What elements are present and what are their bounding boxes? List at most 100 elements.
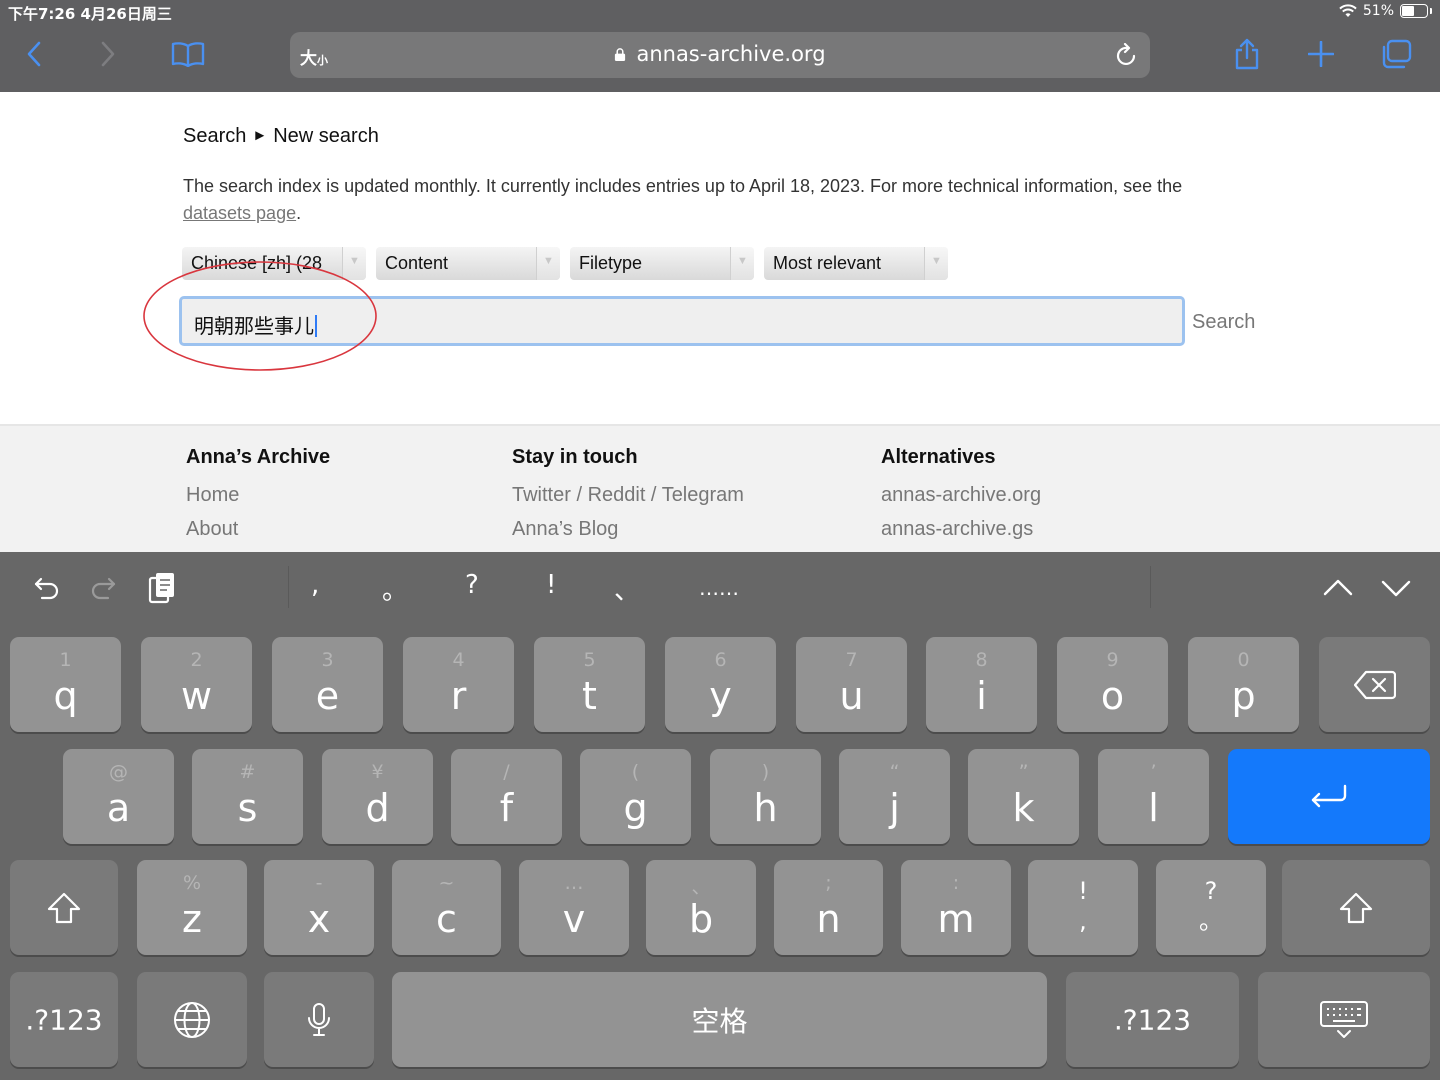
url-display[interactable]: annas-archive.org [290, 42, 1150, 66]
key-a[interactable]: @ a [63, 749, 174, 844]
footer-link-social[interactable]: Twitter / Reddit / Telegram [512, 478, 744, 512]
key-letter: l [1148, 786, 1159, 830]
key-hint: 4 [452, 649, 465, 671]
forward-icon[interactable] [88, 36, 128, 72]
chevron-up-icon[interactable] [1320, 570, 1356, 606]
info-end: . [296, 203, 302, 223]
breadcrumb-current: New search [273, 125, 379, 147]
punct-pause-key[interactable]: 、 [614, 570, 640, 607]
search-button[interactable]: Search [1192, 311, 1255, 334]
info-text: The search index is updated monthly. It … [183, 176, 1183, 196]
key-f[interactable]: / f [451, 749, 562, 844]
breadcrumb-search[interactable]: Search [183, 125, 246, 147]
key-t[interactable]: 5t [534, 637, 645, 732]
datasets-link[interactable]: datasets page [183, 203, 296, 223]
punct-exclaim-key[interactable]: ! [546, 570, 556, 600]
sort-select[interactable]: Most relevant ▼ [764, 247, 948, 280]
key-l[interactable]: ’ l [1098, 749, 1209, 844]
key-j[interactable]: “j [839, 749, 950, 844]
address-bar[interactable]: 大小 annas-archive.org [290, 32, 1150, 78]
paste-icon[interactable] [144, 570, 180, 606]
delete-key[interactable] [1319, 637, 1430, 732]
key-letter: r [450, 674, 467, 718]
key-hint: 1 [59, 649, 72, 671]
key-x[interactable]: -x [264, 860, 374, 955]
new-tab-icon[interactable] [1301, 36, 1341, 72]
key-hint: 9 [1106, 649, 1119, 671]
breadcrumb: Search ► New search [183, 125, 379, 148]
key-z[interactable]: % z [137, 860, 247, 955]
lock-icon [615, 48, 626, 61]
page-footer: Anna’s Archive Home About Stay in touch … [0, 424, 1440, 552]
shift-key-left[interactable] [10, 860, 118, 955]
punct-ellipsis-key[interactable]: …… [699, 576, 739, 600]
key-y[interactable]: 6y [665, 637, 776, 732]
footer-link-blog[interactable]: Anna’s Blog [512, 512, 744, 546]
onscreen-keyboard: , 。 ? ! 、 …… 1q 2w 3e 4r 5t 6y 7u 8i 9o … [0, 552, 1440, 1080]
key-letter: i [976, 674, 987, 718]
key-m[interactable]: :m [901, 860, 1011, 955]
key-b[interactable]: 、 b [646, 860, 756, 955]
key-r[interactable]: 4r [403, 637, 514, 732]
footer-link-home[interactable]: Home [186, 478, 330, 512]
chevron-down-icon[interactable] [1378, 570, 1414, 606]
dismiss-keyboard-key[interactable] [1258, 972, 1430, 1067]
key-c[interactable]: ~ c [392, 860, 501, 955]
key-n[interactable]: ; n [774, 860, 883, 955]
filetype-select[interactable]: Filetype ▼ [570, 247, 754, 280]
key-g[interactable]: (g [580, 749, 691, 844]
key-p[interactable]: 0p [1188, 637, 1299, 732]
punct-comma-key[interactable]: , [311, 570, 319, 600]
return-key[interactable] [1228, 749, 1430, 844]
key-hint: ( [631, 761, 640, 783]
undo-icon[interactable] [28, 570, 64, 606]
key-u[interactable]: 7u [796, 637, 907, 732]
punct-period-key[interactable]: 。 [382, 570, 408, 607]
dictation-key[interactable] [264, 972, 374, 1067]
share-icon[interactable] [1227, 36, 1267, 72]
footer-heading: Alternatives [881, 446, 996, 468]
shift-key-right[interactable] [1282, 860, 1430, 955]
url-text: annas-archive.org [636, 42, 826, 66]
space-key[interactable]: 空格 [392, 972, 1047, 1067]
delete-icon [1353, 670, 1396, 699]
breadcrumb-arrow-icon: ► [252, 127, 268, 144]
key-hint: … [564, 872, 584, 894]
key-question-period[interactable]: ?。 [1156, 860, 1266, 955]
key-hint: ’ [1150, 761, 1157, 783]
globe-key[interactable] [137, 972, 247, 1067]
footer-link-about[interactable]: About [186, 512, 330, 546]
key-top-char: ? [1204, 877, 1218, 905]
key-q[interactable]: 1q [10, 637, 121, 732]
reload-icon[interactable] [1116, 42, 1138, 71]
key-v[interactable]: … v [519, 860, 629, 955]
key-i[interactable]: 8i [926, 637, 1037, 732]
key-h[interactable]: ) h [710, 749, 821, 844]
bookmarks-icon[interactable] [168, 36, 208, 72]
globe-icon [174, 1001, 210, 1038]
punct-question-key[interactable]: ? [465, 570, 479, 600]
footer-heading: Stay in touch [512, 446, 638, 468]
key-hint: 、 [691, 876, 711, 898]
key-s[interactable]: # s [192, 749, 303, 844]
footer-link-alt-gs[interactable]: annas-archive.gs [881, 512, 1041, 546]
numbers-key-left[interactable]: .?123 [10, 972, 118, 1067]
tabs-icon[interactable] [1376, 36, 1416, 72]
key-o[interactable]: 9o [1057, 637, 1168, 732]
key-letter: h [753, 786, 778, 830]
key-w[interactable]: 2w [141, 637, 252, 732]
key-k[interactable]: ” k [968, 749, 1079, 844]
return-icon [1311, 784, 1347, 807]
key-letter: v [562, 897, 586, 941]
key-letter: c [436, 897, 457, 941]
key-e[interactable]: 3e [272, 637, 383, 732]
key-exclaim-comma[interactable]: !, [1028, 860, 1138, 955]
key-d[interactable]: ¥ d [322, 749, 433, 844]
numbers-key-right[interactable]: .?123 [1066, 972, 1239, 1067]
key-letter: g [623, 786, 648, 830]
content-select[interactable]: Content ▼ [376, 247, 560, 280]
redo-icon[interactable] [86, 570, 122, 606]
battery-percent: 51% [1362, 3, 1394, 19]
footer-link-alt-org[interactable]: annas-archive.org [881, 478, 1041, 512]
back-icon[interactable] [14, 36, 54, 72]
